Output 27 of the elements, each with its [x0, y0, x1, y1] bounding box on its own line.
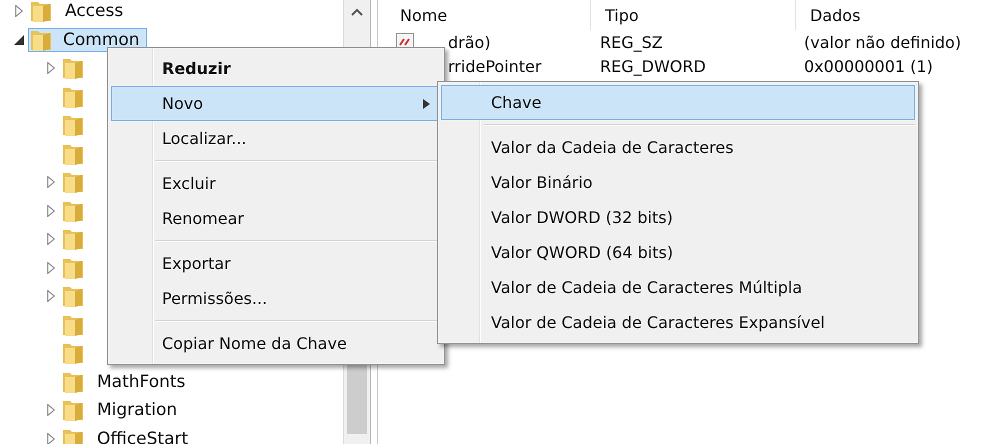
menu-item[interactable]: Chave — [441, 85, 915, 120]
menu-item[interactable]: Excluir — [111, 166, 441, 201]
table-cell: (valor não definido) — [804, 32, 962, 52]
tree-item[interactable]: OfficeStart — [90, 426, 196, 444]
column-header[interactable]: Nome — [386, 0, 591, 30]
menu-item[interactable]: Exportar — [111, 246, 441, 281]
menu-item[interactable]: Renomear — [111, 201, 441, 236]
tree-item[interactable]: Migration — [90, 398, 184, 422]
menu-item[interactable]: Permissões... — [111, 281, 441, 316]
menu-item[interactable]: Valor de Cadeia de Caracteres Expansível — [441, 305, 915, 340]
menu-item[interactable]: Valor de Cadeia de Caracteres Múltipla — [441, 270, 915, 305]
column-header[interactable]: Tipo — [591, 0, 796, 30]
menu-item[interactable]: Valor DWORD (32 bits) — [441, 200, 915, 235]
table-cell: 0x00000001 (1) — [804, 56, 933, 76]
menu-item[interactable]: Localizar... — [111, 121, 441, 156]
table-cell: drão) — [448, 32, 491, 52]
tree-item[interactable]: MathFonts — [90, 370, 192, 394]
tree-item[interactable]: Access — [58, 0, 130, 24]
column-header[interactable]: Dados — [796, 0, 984, 30]
menu-item[interactable]: Valor QWORD (64 bits) — [441, 235, 915, 270]
menu-item[interactable]: Valor Binário — [441, 165, 915, 200]
menu-item[interactable]: Reduzir — [111, 51, 441, 86]
table-cell: REG_SZ — [600, 32, 663, 52]
table-cell: rridePointer — [448, 56, 542, 76]
menu-item[interactable]: Copiar Nome da Chave — [111, 326, 441, 361]
menu-item[interactable]: Valor da Cadeia de Caracteres — [441, 130, 915, 165]
table-cell: REG_DWORD — [600, 56, 706, 76]
